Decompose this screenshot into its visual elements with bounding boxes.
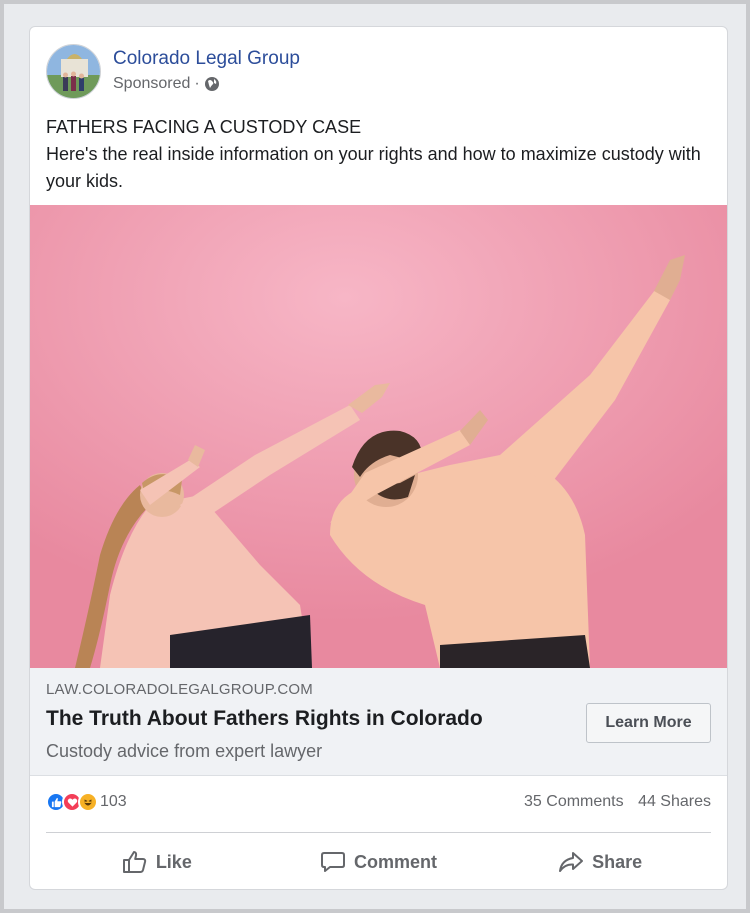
sponsored-post-card: Colorado Legal Group Sponsored · FATHERS… [29, 26, 728, 890]
comments-shares: 35 Comments 44 Shares [524, 793, 711, 811]
engagement-stats: 103 35 Comments 44 Shares [46, 787, 711, 817]
link-description: Custody advice from expert lawyer [46, 741, 323, 761]
meta-separator: · [194, 75, 200, 92]
comment-bubble-icon [321, 852, 345, 872]
screenshot-frame: Colorado Legal Group Sponsored · FATHERS… [0, 0, 750, 913]
share-arrow-icon [559, 852, 584, 872]
share-label: Share [592, 851, 643, 872]
like-label: Like [155, 851, 192, 872]
post-text-body: Here's the real inside information on yo… [46, 144, 701, 191]
like-button[interactable]: Like [46, 839, 268, 885]
link-domain: LAW.COLORADOLEGALGROUP.COM [46, 681, 313, 698]
page-name-link[interactable]: Colorado Legal Group [113, 47, 300, 71]
post-image[interactable] [30, 205, 727, 668]
comments-count-link[interactable]: 35 Comments [524, 793, 624, 810]
post-text-headline: FATHERS FACING A CUSTODY CASE [46, 117, 362, 137]
comment-label: Comment [354, 851, 438, 872]
reaction-count: 103 [100, 793, 127, 810]
share-button[interactable]: Share [489, 839, 711, 885]
learn-more-button[interactable]: Learn More [586, 703, 711, 743]
actions-divider [46, 832, 711, 833]
haha-icon [78, 792, 98, 812]
link-headline[interactable]: The Truth About Fathers Rights in Colora… [46, 707, 483, 731]
post-header-text: Colorado Legal Group Sponsored · [113, 47, 300, 95]
reaction-icons [46, 792, 98, 812]
post-actions: Like Comment Share [46, 839, 711, 885]
thumbs-up-icon [122, 851, 146, 873]
globe-icon [204, 76, 220, 92]
post-meta: Sponsored · [113, 73, 300, 95]
reactions-summary[interactable]: 103 [46, 792, 127, 812]
sponsored-label[interactable]: Sponsored [113, 73, 190, 95]
page-avatar[interactable] [46, 43, 101, 99]
post-text: FATHERS FACING A CUSTODY CASE Here's the… [46, 114, 706, 195]
shares-count-link[interactable]: 44 Shares [638, 793, 711, 810]
link-preview[interactable]: LAW.COLORADOLEGALGROUP.COM The Truth Abo… [30, 668, 727, 776]
post-header: Colorado Legal Group Sponsored · [46, 43, 300, 99]
comment-button[interactable]: Comment [268, 839, 490, 885]
